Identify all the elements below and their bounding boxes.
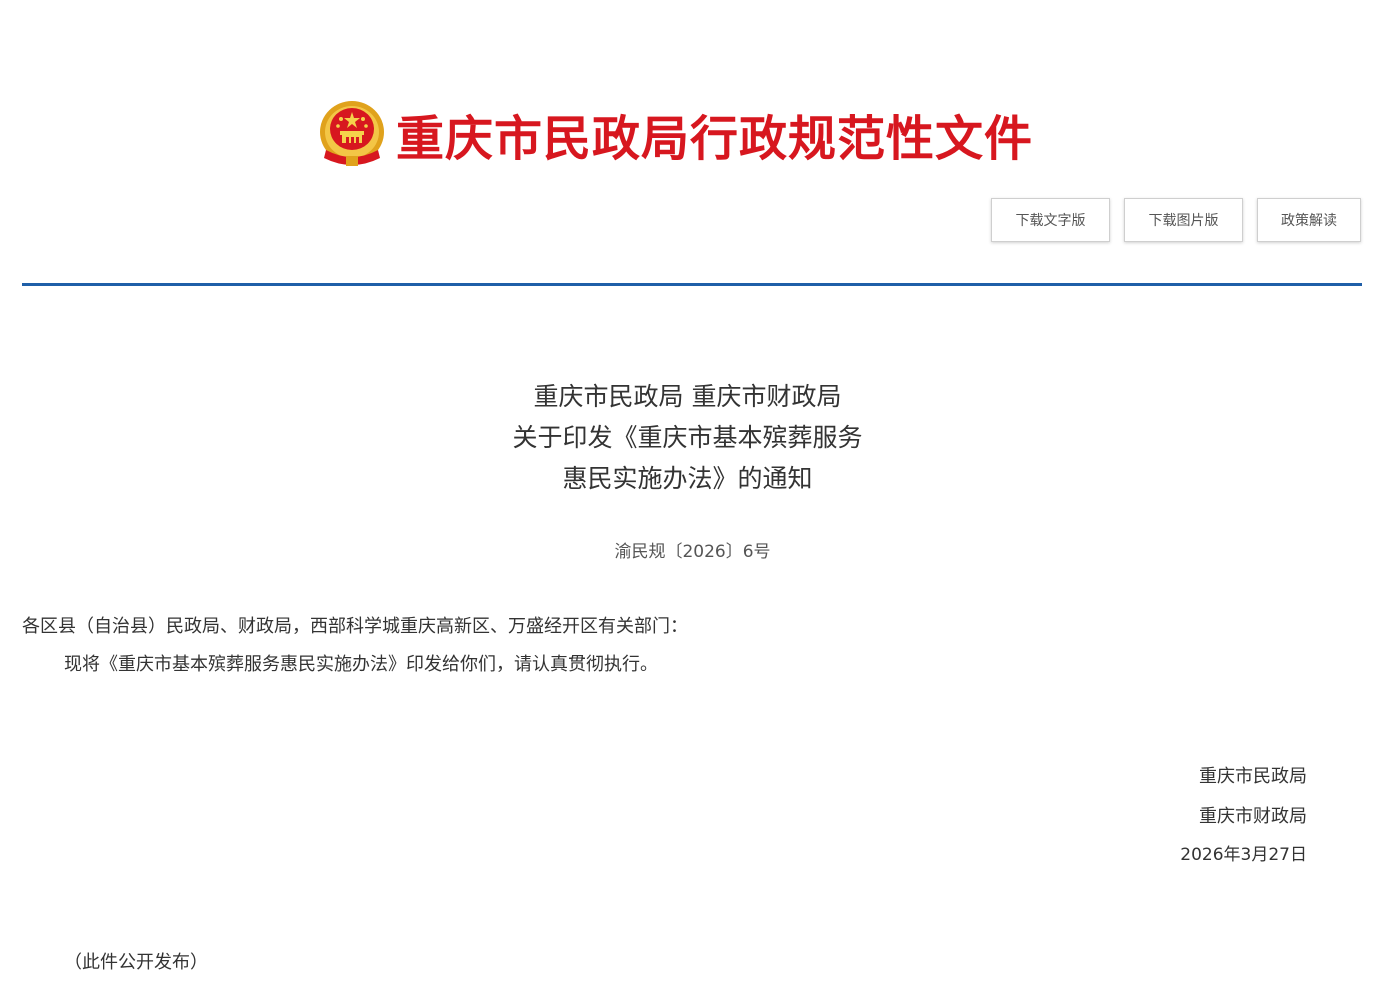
- download-image-button[interactable]: 下载图片版: [1124, 198, 1243, 242]
- body-paragraph: 现将《重庆市基本殡葬服务惠民实施办法》印发给你们，请认真贯彻执行。: [64, 654, 658, 675]
- document-number: 渝民规〔2026〕6号: [614, 542, 771, 562]
- download-text-button[interactable]: 下载文字版: [991, 198, 1110, 242]
- toolbar: 下载文字版 下载图片版 政策解读: [991, 198, 1361, 242]
- recipients-line: 各区县（自治县）民政局、财政局，西部科学城重庆高新区、万盛经开区有关部门：: [22, 616, 688, 637]
- header-divider: [22, 283, 1362, 286]
- publish-note: （此件公开发布）: [64, 952, 208, 973]
- document-title: 重庆市民政局 重庆市财政局 关于印发《重庆市基本殡葬服务 惠民实施办法》的通知: [0, 376, 1375, 499]
- document-title-line: 惠民实施办法》的通知: [562, 464, 813, 493]
- national-emblem-icon: [320, 101, 384, 166]
- policy-interpretation-button[interactable]: 政策解读: [1257, 198, 1361, 242]
- signatory-finance: 重庆市财政局: [1199, 806, 1307, 827]
- document-title-line: 关于印发《重庆市基本殡葬服务: [512, 423, 863, 452]
- document-title-line: 重庆市民政局 重庆市财政局: [533, 382, 842, 411]
- signatory-civil-affairs: 重庆市民政局: [1199, 766, 1307, 787]
- page-title: 重庆市民政局行政规范性文件: [396, 111, 1034, 167]
- issue-date: 2026年3月27日: [1180, 845, 1307, 865]
- header-banner: 重庆市民政局行政规范性文件: [318, 96, 1033, 172]
